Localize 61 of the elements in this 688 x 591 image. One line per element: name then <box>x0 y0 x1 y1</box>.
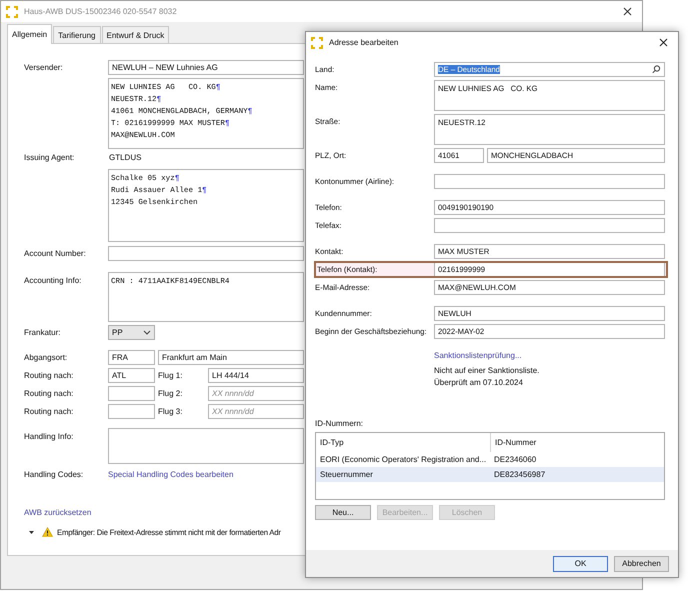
app-icon <box>6 6 18 18</box>
edit-codes-link[interactable]: Special Handling Codes bearbeiten <box>108 470 304 479</box>
cancel-button[interactable]: Abbrechen <box>614 556 669 572</box>
close-icon <box>659 38 668 46</box>
field-label: Account Number: <box>24 249 87 258</box>
status-text: Nicht auf einer Sanktionsliste. <box>434 365 540 377</box>
tab[interactable]: Tarifierung <box>53 26 100 43</box>
section-label: ID-Nummern: <box>315 419 364 428</box>
input-field[interactable] <box>434 174 665 189</box>
dropdown[interactable]: PP <box>108 325 155 340</box>
button[interactable]: Neu... <box>315 505 371 520</box>
window-title: Haus-AWB DUS-15002346 020-5547 8032 <box>24 7 178 16</box>
ok-button[interactable]: OK <box>553 556 608 572</box>
chevron-icon <box>143 330 151 335</box>
field-label: Routing nach: <box>24 371 74 380</box>
field-label: Versender: <box>24 63 64 72</box>
agent-code: GTLDUS <box>108 153 142 162</box>
input-field[interactable] <box>434 218 665 233</box>
field-label: Frankatur: <box>24 328 62 337</box>
input-field[interactable]: LH 444/14 <box>208 368 304 383</box>
input-field[interactable]: FRA <box>108 350 155 365</box>
column-header[interactable]: ID-Nummer <box>490 433 664 452</box>
dialog-title: Adresse bearbeiten <box>329 38 400 47</box>
caret-icon <box>29 530 34 534</box>
close-icon <box>623 6 632 16</box>
table-cell-text: Steuernummer <box>319 469 374 481</box>
field-label: Routing nach: <box>24 389 74 398</box>
tab[interactable]: Allgemein <box>7 24 52 44</box>
field-label: Handling Info: <box>24 431 74 441</box>
sanctions-check-link[interactable]: Sanktionslistenprüfung... <box>434 351 522 360</box>
status-text: Überprüft am 07.10.2024 <box>434 377 523 389</box>
field-label: Routing nach: <box>24 407 74 416</box>
input-field[interactable] <box>108 246 304 261</box>
input-field[interactable] <box>108 386 155 401</box>
table-cell-text: DE2346060 <box>493 454 538 466</box>
tab[interactable]: Entwurf & Druck <box>102 26 170 43</box>
field-label: Accounting Info: <box>24 275 82 285</box>
input-field[interactable]: XX nnnn/dd <box>208 404 304 419</box>
app-icon <box>311 36 323 48</box>
table-cell-text: EORI (Economic Operators' Registration and... <box>319 454 488 466</box>
field-label: Handling Codes: <box>24 470 84 479</box>
table-row[interactable]: EORI (Economic Operators' Registration and... DE2346060 <box>316 452 664 467</box>
field-label: Flug 1: <box>158 371 184 380</box>
input-field[interactable]: ATL <box>108 368 155 383</box>
field-label: Flug 3: <box>158 407 184 416</box>
field-label: Flug 2: <box>158 389 184 398</box>
close-button[interactable] <box>657 36 670 48</box>
input-field[interactable] <box>108 404 155 419</box>
reset-link[interactable]: AWB zurücksetzen <box>24 508 92 517</box>
search-icon <box>652 65 661 74</box>
table-cell-text: DE823456987 <box>493 469 546 481</box>
column-header[interactable]: ID-Typ <box>316 433 490 452</box>
table-row[interactable]: Steuernummer DE823456987 <box>316 467 664 482</box>
field-label: Abgangsort: <box>24 353 68 362</box>
warning-icon <box>42 527 53 537</box>
input-field[interactable]: Frankfurt am Main <box>158 350 304 365</box>
input-field[interactable]: XX nnnn/dd <box>208 386 304 401</box>
close-button[interactable] <box>621 6 634 18</box>
text-area[interactable] <box>108 428 304 464</box>
input-field[interactable]: NEWLUH – NEW Luhnies AG <box>108 60 304 75</box>
field-label: Issuing Agent: <box>24 153 76 162</box>
